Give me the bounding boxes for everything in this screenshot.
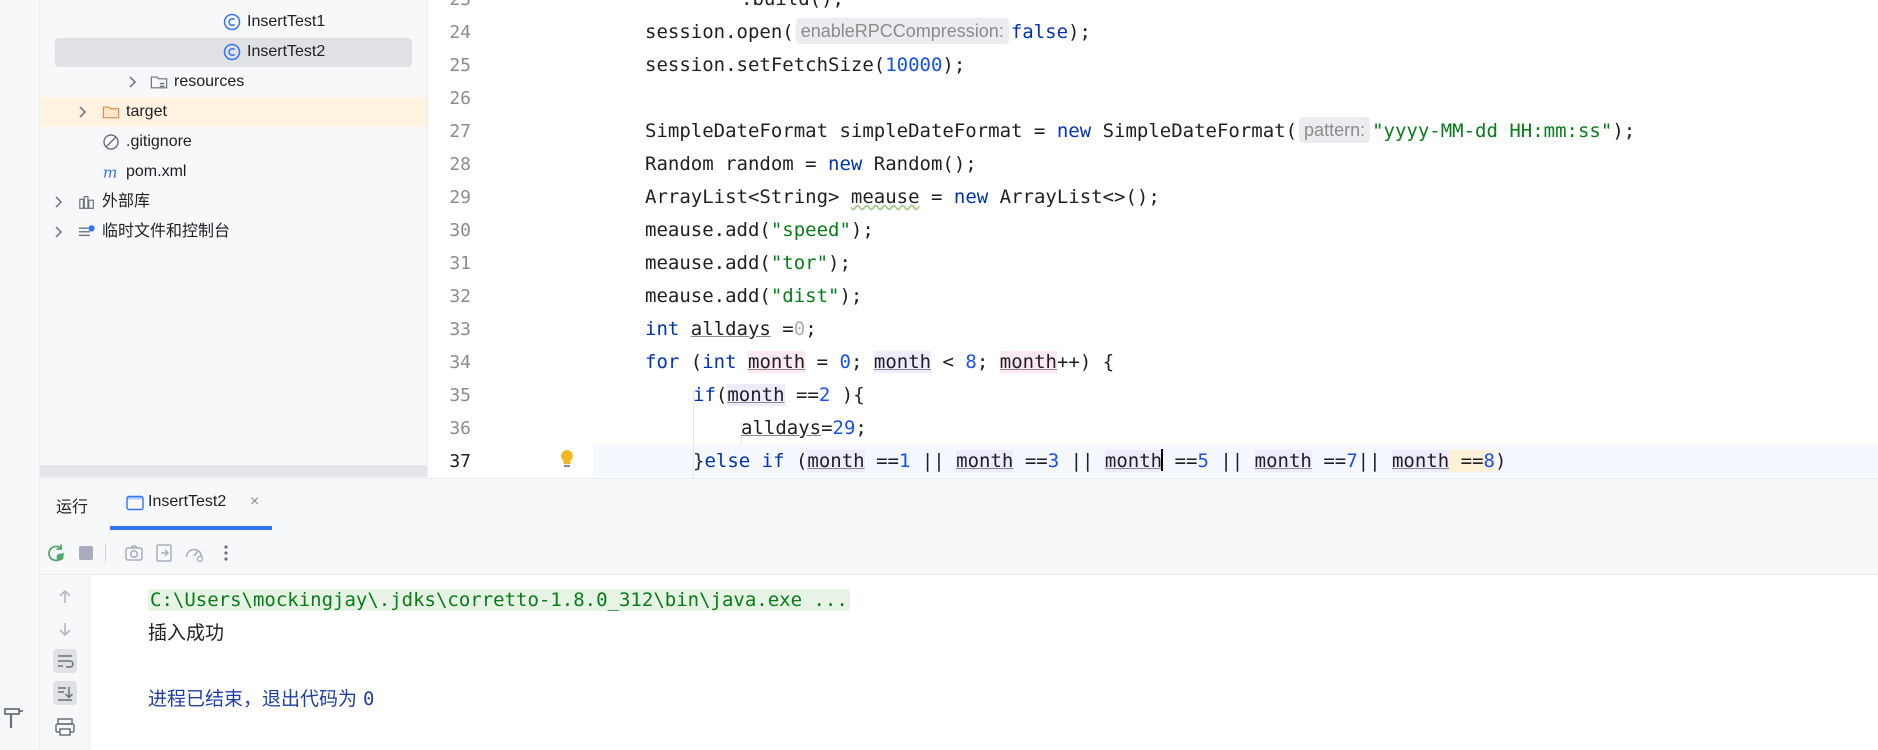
code-line-37: }else if (month ==1 || month ==3 || mont… bbox=[693, 449, 1507, 472]
inlay-hint: enableRPCCompression: bbox=[795, 18, 1009, 44]
arrow-up-icon[interactable] bbox=[53, 585, 77, 609]
toolbar-separator bbox=[105, 543, 106, 563]
tree-item-label: target bbox=[126, 103, 167, 120]
rerun-icon[interactable] bbox=[46, 543, 66, 563]
code-line-34: for (int month = 0; month < 8; month++) … bbox=[645, 351, 1115, 373]
tree-item-resources[interactable]: resources bbox=[40, 67, 427, 97]
close-icon[interactable]: × bbox=[250, 493, 259, 511]
tree-item-scratches[interactable]: 临时文件和控制台 bbox=[40, 217, 427, 247]
code-line-23: .build(); bbox=[429, 0, 1878, 16]
console-exit-line: 进程已结束，退出代码为 0 bbox=[148, 688, 375, 710]
chevron-right-icon[interactable] bbox=[74, 104, 90, 120]
tree-item-target[interactable]: target bbox=[40, 97, 427, 127]
console-tab-icon bbox=[126, 495, 144, 511]
arrow-down-icon[interactable] bbox=[53, 617, 77, 641]
scroll-to-end-button[interactable] bbox=[53, 681, 77, 705]
tree-item-label: resources bbox=[174, 73, 245, 90]
code-line-36: alldays=29; bbox=[741, 417, 867, 439]
tree-item-label: .gitignore bbox=[126, 133, 192, 150]
code-line-28: Random random = new Random(); bbox=[645, 153, 977, 175]
library-icon bbox=[78, 193, 96, 211]
tree-item-external-libraries[interactable]: 外部库 bbox=[40, 187, 427, 217]
code-line-33: int alldays =0; bbox=[645, 318, 817, 340]
horizontal-scrollbar[interactable] bbox=[40, 465, 427, 477]
run-toolbar bbox=[40, 531, 1878, 575]
tree-item-inserttest2[interactable]: InsertTest2 bbox=[40, 37, 427, 67]
run-header: 运行 InsertTest2 × bbox=[40, 479, 1878, 531]
run-tool-window: 运行 InsertTest2 × C:\Users\mockingjay\.jd… bbox=[40, 478, 1878, 750]
project-tree: InsertTest1 InsertTest2 resources target… bbox=[40, 0, 428, 478]
svg-text:m: m bbox=[103, 163, 118, 181]
code-line-30: meause.add("speed"); bbox=[645, 219, 874, 241]
chevron-right-icon[interactable] bbox=[124, 74, 140, 90]
run-tab-inserttest2[interactable]: InsertTest2 × bbox=[110, 479, 272, 531]
code-line-25: session.setFetchSize(10000); bbox=[645, 54, 966, 76]
console-output-line: 插入成功 bbox=[148, 622, 225, 644]
stop-icon[interactable] bbox=[76, 543, 96, 563]
active-tab-indicator bbox=[110, 526, 272, 530]
soft-wrap-icon bbox=[58, 655, 74, 668]
chevron-right-icon[interactable] bbox=[50, 194, 66, 210]
maven-file-icon: m bbox=[102, 163, 120, 181]
run-tab-label: InsertTest2 bbox=[148, 493, 227, 510]
code-line-29: ArrayList<String> meause = new ArrayList… bbox=[645, 186, 1160, 208]
tree-item-label: pom.xml bbox=[126, 163, 187, 180]
run-panel-title: 运行 bbox=[56, 499, 89, 516]
code-line-35: if(month ==2 ){ bbox=[693, 384, 865, 406]
build-hammer-icon[interactable] bbox=[2, 704, 26, 732]
tree-item-label: 外部库 bbox=[102, 193, 151, 210]
export-icon[interactable] bbox=[154, 543, 174, 563]
excluded-folder-icon bbox=[102, 103, 120, 121]
console-command-line: C:\Users\mockingjay\.jdks\corretto-1.8.0… bbox=[148, 589, 850, 611]
java-class-icon bbox=[223, 43, 241, 61]
code-line-32: meause.add("dist"); bbox=[645, 285, 863, 307]
line-number: 26 bbox=[449, 88, 471, 109]
inlay-hint: pattern: bbox=[1299, 117, 1371, 143]
chevron-right-icon[interactable] bbox=[50, 224, 66, 240]
tree-item-inserttest1[interactable]: InsertTest1 bbox=[40, 7, 427, 37]
scratches-icon bbox=[78, 223, 96, 241]
tree-item-label: InsertTest2 bbox=[247, 43, 326, 60]
resources-folder-icon bbox=[150, 73, 168, 91]
more-vertical-icon[interactable] bbox=[216, 543, 236, 563]
tree-item-label: InsertTest1 bbox=[247, 13, 326, 30]
tree-item-label: 临时文件和控制台 bbox=[102, 223, 231, 240]
java-class-icon bbox=[223, 13, 241, 31]
camera-icon[interactable] bbox=[124, 543, 144, 563]
code-line-27: SimpleDateFormat simpleDateFormat = new … bbox=[429, 115, 1878, 148]
tree-item-gitignore[interactable]: .gitignore bbox=[40, 127, 427, 157]
console-output[interactable]: C:\Users\mockingjay\.jdks\corretto-1.8.0… bbox=[110, 575, 1870, 750]
code-line-24: session.open(enableRPCCompression: false)… bbox=[429, 16, 1878, 49]
scroll-to-end-icon bbox=[58, 687, 74, 701]
ignore-file-icon bbox=[102, 133, 120, 151]
soft-wrap-button[interactable] bbox=[53, 649, 77, 673]
print-icon[interactable] bbox=[53, 715, 77, 739]
tree-item-pom[interactable]: m pom.xml bbox=[40, 157, 427, 187]
dashboard-icon[interactable] bbox=[184, 543, 204, 563]
code-editor[interactable]: 23 24 25 26 27 28 29 30 31 32 33 34 35 3… bbox=[429, 0, 1878, 478]
code-line-31: meause.add("tor"); bbox=[645, 252, 851, 274]
console-side-toolbar bbox=[40, 575, 90, 750]
left-tool-strip bbox=[0, 0, 40, 750]
